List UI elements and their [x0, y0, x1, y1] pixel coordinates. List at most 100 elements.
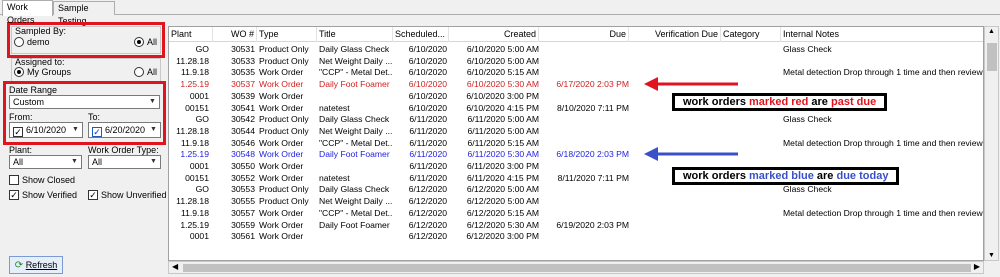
col-created[interactable]: Created: [449, 27, 539, 42]
table-row[interactable]: GO 30531 Product Only Daily Glass Check 6/10…: [169, 44, 983, 56]
cell-plant: 1.25.19: [180, 219, 209, 230]
from-date-checkbox[interactable]: ✓: [13, 127, 23, 137]
cell-notes: Metal detection Drop through 1 time and …: [783, 207, 983, 218]
scroll-up-icon[interactable]: ▲: [988, 28, 995, 35]
cell-cat: [725, 184, 781, 196]
cell-wo: 30535: [231, 67, 255, 78]
show-closed-checkbox[interactable]: [9, 175, 19, 185]
cell-plant: 0001: [189, 90, 209, 101]
radio-sampled-demo[interactable]: [14, 37, 24, 47]
cell-created: 6/10/2020 5:00 AM: [466, 44, 539, 54]
col-internal-notes[interactable]: Internal Notes: [781, 27, 983, 42]
cell-vdue: [629, 220, 721, 232]
cell-title: [319, 161, 393, 173]
cell-notes: Glass Check: [783, 44, 832, 54]
cell-plant: GO: [195, 114, 209, 125]
refresh-icon: ⟳: [14, 260, 24, 271]
from-date-value: 6/10/2020: [26, 125, 67, 135]
scroll-right-icon[interactable]: ▶: [974, 262, 980, 271]
cell-title: natetest: [319, 102, 350, 113]
radio-assigned-all-label: All: [147, 67, 158, 77]
cell-type: Work Order: [259, 79, 304, 90]
table-row[interactable]: 11.28.18 30544 Product Only Net Weight Dail…: [169, 125, 983, 138]
cell-sched: 6/10/2020: [408, 79, 447, 90]
cell-plant: 11.28.18: [176, 125, 209, 136]
date-range-select[interactable]: Custom ▼: [9, 95, 160, 109]
cell-title: Net Weight Daily ...: [319, 196, 393, 207]
plant-select[interactable]: All ▼: [9, 155, 82, 169]
cell-due: [539, 161, 629, 173]
col-verification-due[interactable]: Verification Due: [629, 27, 721, 42]
to-date-value: 6/20/2020: [105, 125, 146, 135]
cell-vdue: [629, 184, 721, 196]
note-highlight: marked blue: [749, 170, 814, 182]
col-type[interactable]: Type: [257, 27, 317, 42]
table-row[interactable]: GO 30542 Product Only Daily Glass Check 6/11…: [169, 114, 983, 126]
cell-cat: [725, 114, 781, 126]
table-row[interactable]: 1.25.19 30537 Work Order Daily Foot Foamer 6…: [169, 79, 983, 91]
col-title[interactable]: Title: [317, 27, 393, 42]
cell-vdue: [629, 208, 721, 220]
cell-sched: 6/11/2020: [409, 161, 447, 171]
table-row[interactable]: 11.9.18 30535 Work Order "CCP" - Metal Det.…: [169, 67, 983, 79]
show-closed-label: Show Closed: [22, 175, 76, 185]
radio-assigned-all[interactable]: [134, 67, 144, 77]
cell-notes: [783, 79, 983, 91]
cell-plant: 11.9.18: [180, 67, 209, 78]
col-category[interactable]: Category: [721, 27, 781, 42]
table-row[interactable]: 11.28.18 30533 Product Only Net Weight Dail…: [169, 55, 983, 68]
cell-wo: 30542: [231, 114, 255, 125]
cell-type: Work Order: [259, 90, 304, 101]
cell-due: 6/18/2020 2:03 PM: [556, 149, 629, 160]
cell-due: [539, 184, 629, 196]
cell-cat: [725, 44, 781, 56]
cell-plant: 1.25.19: [180, 79, 209, 90]
cell-type: Product Only: [259, 44, 309, 54]
table-row[interactable]: GO 30553 Product Only Daily Glass Check 6/12…: [169, 184, 983, 196]
radio-sampled-all[interactable]: [134, 37, 144, 47]
table-row[interactable]: 11.9.18 30557 Work Order "CCP" - Metal Det.…: [169, 207, 983, 220]
to-date-checkbox[interactable]: ✓: [92, 127, 102, 137]
cell-vdue: [629, 196, 721, 208]
from-date-picker[interactable]: ✓ 6/10/2020 ▼: [9, 122, 83, 138]
cell-plant: 11.28.18: [176, 55, 209, 66]
cell-wo: 30561: [231, 231, 255, 242]
cell-vdue: [629, 56, 721, 68]
horizontal-scroll-thumb[interactable]: [183, 264, 971, 272]
wo-type-select[interactable]: All ▼: [88, 155, 161, 169]
note-text: are: [813, 170, 837, 182]
col-scheduled[interactable]: Scheduled...: [393, 27, 449, 42]
show-verified-checkbox[interactable]: ✓: [9, 190, 19, 200]
cell-created: 6/10/2020 5:00 AM: [466, 55, 539, 66]
cell-due: [539, 126, 629, 138]
cell-wo: 30537: [231, 79, 255, 90]
scroll-down-icon[interactable]: ▼: [988, 252, 995, 259]
cell-sched: 6/11/2020: [409, 114, 447, 125]
to-date-picker[interactable]: ✓ 6/20/2020 ▼: [88, 122, 161, 138]
cell-title: Daily Foot Foamer: [319, 149, 390, 160]
show-unverified-checkbox[interactable]: ✓: [88, 190, 98, 200]
col-due[interactable]: Due: [539, 27, 629, 42]
table-row[interactable]: 0001 30561 Work Order 6/12/2020 6/12/2020 3:…: [169, 231, 983, 243]
cell-wo: 30544: [231, 125, 255, 136]
cell-sched: 6/12/2020: [408, 231, 447, 242]
col-plant[interactable]: Plant: [169, 27, 213, 42]
cell-type: Work Order: [259, 67, 304, 78]
vertical-scrollbar[interactable]: ▲ ▼: [984, 26, 999, 261]
scroll-left-icon[interactable]: ◀: [172, 262, 178, 271]
cell-sched: 6/11/2020: [409, 149, 447, 160]
cell-vdue: [629, 114, 721, 126]
cell-title: Daily Glass Check: [319, 44, 390, 54]
cell-plant: 0001: [189, 231, 209, 242]
refresh-button[interactable]: ⟳ Refresh: [9, 256, 63, 274]
tab-work-orders[interactable]: Work Orders: [2, 0, 53, 25]
radio-assigned-my-groups[interactable]: [14, 67, 24, 77]
vertical-scroll-thumb[interactable]: [987, 43, 997, 71]
table-row[interactable]: 1.25.19 30559 Work Order Daily Foot Foamer 6…: [169, 219, 983, 232]
table-row[interactable]: 11.28.18 30555 Product Only Net Weight Dail…: [169, 196, 983, 208]
tab-sample-testing[interactable]: Sample Testing: [53, 1, 115, 26]
table-row[interactable]: 11.9.18 30546 Work Order "CCP" - Metal Det.…: [169, 138, 983, 150]
col-wo-number[interactable]: WO #: [213, 27, 257, 42]
table-row[interactable]: 1.25.19 30548 Work Order Daily Foot Foamer 6…: [169, 149, 983, 161]
horizontal-scrollbar[interactable]: ◀ ▶: [168, 261, 984, 274]
